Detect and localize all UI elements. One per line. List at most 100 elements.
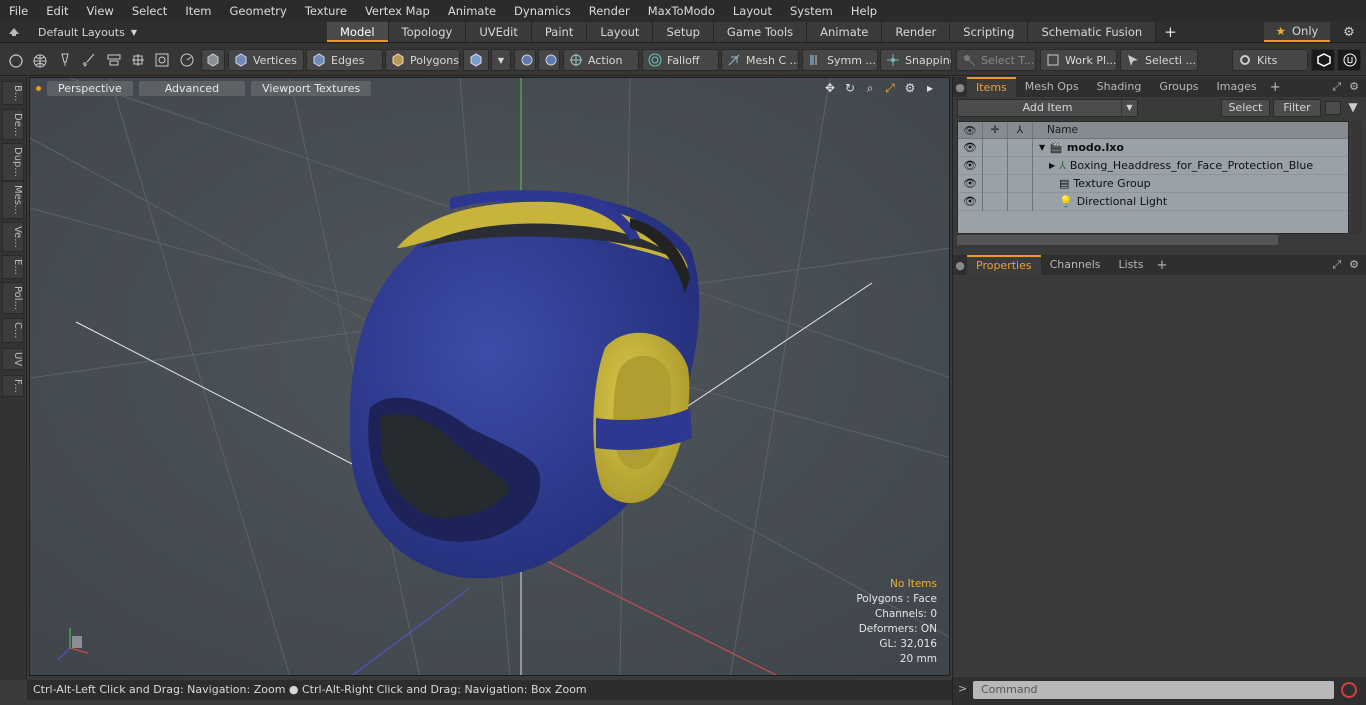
menu-system[interactable]: System (781, 4, 842, 18)
gear-icon[interactable]: ⚙ (1340, 23, 1358, 41)
strip-tab-vertex[interactable]: Ve... (2, 222, 24, 252)
panel-expand-icon[interactable]: ⤢ (1332, 258, 1341, 272)
pen-icon[interactable] (58, 53, 72, 67)
collapse-all-button[interactable] (1325, 101, 1341, 115)
tab-scripting[interactable]: Scripting (950, 22, 1029, 42)
falloff-button[interactable]: Falloff (642, 49, 719, 71)
tab-images[interactable]: Images (1208, 77, 1266, 97)
menu-maxtomodo[interactable]: MaxToModo (639, 4, 724, 18)
work-plane-button[interactable]: Work Pl... (1040, 49, 1117, 71)
eye-icon[interactable]: 👁 (958, 138, 983, 157)
tab-setup[interactable]: Setup (653, 22, 714, 42)
menu-item[interactable]: Item (176, 4, 220, 18)
3d-viewport[interactable]: Perspective Advanced Viewport Textures ✥… (29, 77, 950, 676)
menu-view[interactable]: View (78, 4, 123, 18)
rotate-view-icon[interactable]: ↻ (843, 81, 857, 95)
symmetry-a-button[interactable] (514, 49, 536, 71)
vertices-button[interactable]: Vertices (228, 49, 304, 71)
command-input[interactable]: Command (973, 681, 1334, 699)
add-panel-tab-button[interactable]: + (1152, 258, 1171, 273)
snapping-button[interactable]: Snapping (880, 49, 952, 71)
mode-dropdown[interactable]: ▼ (491, 49, 511, 71)
symmetry-button[interactable]: Symm ... (802, 49, 878, 71)
align-icon[interactable] (107, 53, 121, 67)
tree-row-texture-group[interactable]: 👁 ▤ Texture Group (958, 174, 1348, 193)
tab-groups[interactable]: Groups (1150, 77, 1207, 97)
eye-icon[interactable]: 👁 (958, 174, 983, 193)
edges-button[interactable]: Edges (306, 49, 383, 71)
panel-menu-dot-icon[interactable]: ● (953, 255, 967, 275)
panel-expand-icon[interactable]: ⤢ (1332, 80, 1341, 94)
menu-help[interactable]: Help (842, 4, 886, 18)
tree-row-light[interactable]: 👁 💡 Directional Light (958, 192, 1348, 211)
maximize-view-icon[interactable]: ⤢ (883, 81, 897, 95)
tab-lists[interactable]: Lists (1110, 255, 1153, 275)
selection-sets-button[interactable]: Selecti ... (1120, 49, 1198, 71)
symmetry-b-button[interactable] (538, 49, 560, 71)
tab-layout[interactable]: Layout (587, 22, 654, 42)
panel-gear-icon[interactable]: ⚙ (1349, 258, 1359, 272)
lock-col-icon[interactable]: ✛ (983, 121, 1008, 139)
menu-render[interactable]: Render (580, 4, 639, 18)
add-item-button[interactable]: Add Item ▼ (957, 99, 1138, 117)
tab-render[interactable]: Render (882, 22, 951, 42)
eye-icon[interactable]: 👁 (958, 192, 983, 211)
tab-model[interactable]: Model (327, 22, 389, 42)
tab-shading[interactable]: Shading (1088, 77, 1151, 97)
only-toggle[interactable]: ★ Only (1264, 22, 1330, 42)
circle-select-icon[interactable] (9, 54, 23, 68)
strip-tab-polygon[interactable]: Pol... (2, 282, 24, 315)
record-macro-icon[interactable] (1341, 682, 1357, 698)
unreal-button[interactable] (1337, 49, 1361, 71)
strip-tab-fusion[interactable]: F... (2, 375, 24, 397)
action-center-button[interactable]: Action (563, 49, 639, 71)
tree-horizontal-scrollbar[interactable] (957, 235, 1278, 245)
viewport-textures-dropdown[interactable]: Viewport Textures (251, 80, 372, 96)
menu-texture[interactable]: Texture (296, 4, 356, 18)
viewport-gear-icon[interactable]: ⚙ (903, 81, 917, 95)
clock-icon[interactable] (180, 53, 194, 67)
item-mode-button[interactable] (201, 49, 225, 71)
tab-schematic-fusion[interactable]: Schematic Fusion (1028, 22, 1157, 42)
strip-tab-duplicate[interactable]: Dup... (2, 143, 24, 181)
layout-dropdown[interactable]: Default Layouts ▼ (8, 21, 137, 43)
strip-tab-uv[interactable]: UV (2, 348, 24, 371)
funnel-icon[interactable]: ▼ (1345, 100, 1361, 116)
strip-tab-basic[interactable]: B... (2, 81, 24, 106)
tab-uvedit[interactable]: UVEdit (466, 22, 532, 42)
menu-select[interactable]: Select (123, 4, 176, 18)
expand-arrow-icon[interactable]: ▶ (1049, 161, 1055, 170)
viewport-menu-dot-icon[interactable] (36, 85, 41, 91)
filter-button[interactable]: Filter (1273, 99, 1321, 117)
expand-arrow-icon[interactable]: ▼ (1039, 143, 1045, 152)
type-col-icon[interactable]: ⅄ (1008, 121, 1033, 139)
tab-game-tools[interactable]: Game Tools (713, 22, 808, 42)
tab-properties[interactable]: Properties (967, 255, 1041, 275)
command-history-icon[interactable]: > (958, 682, 967, 695)
mesh-constraints-button[interactable]: Mesh C ... (721, 49, 799, 71)
tab-topology[interactable]: Topology (388, 22, 467, 42)
select-through-button[interactable]: Select T... (956, 49, 1036, 71)
name-column-header[interactable]: Name (1033, 124, 1078, 136)
unity-button[interactable] (1311, 49, 1335, 71)
material-mode-button[interactable] (463, 49, 489, 71)
kits-button[interactable]: Kits (1232, 49, 1308, 71)
tree-vertical-scrollbar[interactable] (1351, 121, 1362, 234)
tab-channels[interactable]: Channels (1041, 255, 1110, 275)
perspective-dropdown[interactable]: Perspective (47, 80, 133, 96)
eye-icon[interactable]: 👁 (958, 156, 983, 175)
viewport-expand-icon[interactable]: ▸ (923, 81, 937, 95)
panel-gear-icon[interactable]: ⚙ (1349, 80, 1359, 94)
tree-row-mesh[interactable]: 👁 ▶ ⅄ Boxing_Headdress_for_Face_Protection… (958, 156, 1348, 175)
advanced-dropdown[interactable]: Advanced (138, 80, 246, 96)
strip-tab-deform[interactable]: De... (2, 109, 24, 141)
add-tab-button[interactable]: + (1156, 22, 1185, 42)
tree-row-scene[interactable]: 👁 ▼ 🎬 modo.lxo (958, 138, 1348, 157)
strip-tab-edge[interactable]: E... (2, 255, 24, 279)
brush-icon[interactable] (82, 53, 96, 67)
tab-items[interactable]: Items (967, 77, 1016, 97)
menu-dynamics[interactable]: Dynamics (505, 4, 580, 18)
chevron-down-icon[interactable]: ▼ (1121, 100, 1137, 116)
menu-vertex-map[interactable]: Vertex Map (356, 4, 439, 18)
transform-icon[interactable] (131, 53, 145, 67)
